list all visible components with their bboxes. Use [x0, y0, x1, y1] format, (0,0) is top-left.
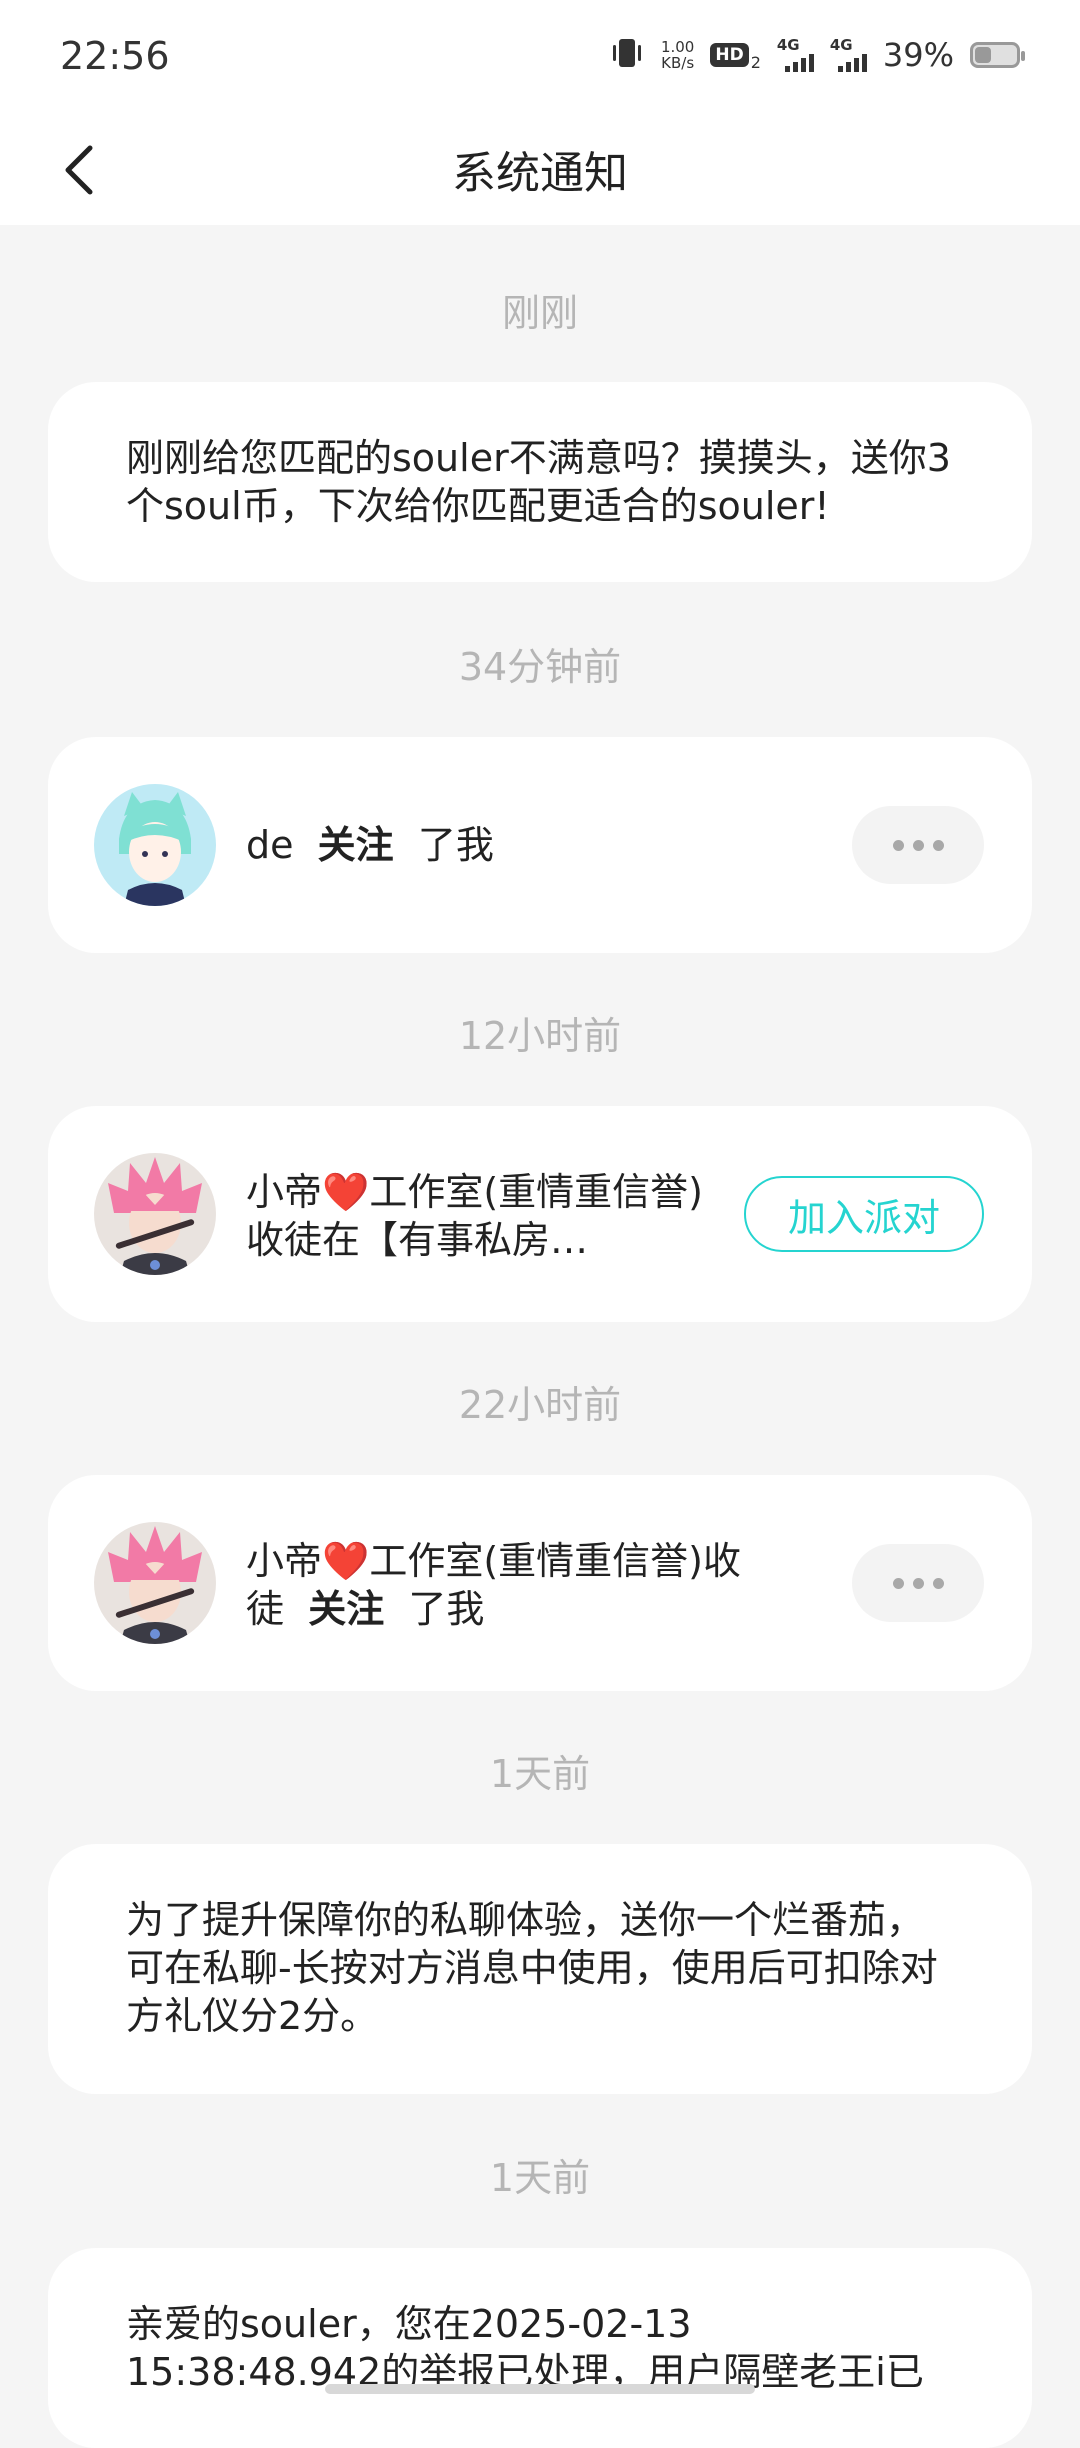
avatar[interactable]	[94, 784, 216, 906]
dot	[932, 1577, 944, 1589]
status-bar: 22:56 1.00 KB/s HD 2 4G 4G 39%	[0, 0, 1080, 115]
hd-label: HD	[710, 43, 749, 67]
heart-icon: ❤️	[322, 1539, 370, 1583]
notification-message: 小帝❤️工作室(重情重信誉)收徒在【有事私房…	[246, 1168, 706, 1264]
notification-text: 亲爱的souler，您在2025-02-13 15:38:48.942的举报已处…	[126, 2302, 924, 2394]
notification-message: 小帝❤️工作室(重情重信誉)收 徒 关注 了我	[246, 1537, 806, 1633]
dot	[892, 839, 904, 851]
message-line: 小帝❤️工作室(重情重信誉)收	[246, 1537, 806, 1585]
dot	[912, 839, 924, 851]
signal-sim1-icon: 4G	[776, 36, 814, 72]
status-time: 22:56	[60, 34, 170, 78]
network-speed-unit: KB/s	[661, 54, 695, 72]
hd-voice-icon: HD 2	[710, 39, 761, 72]
suffix-text: 了我	[417, 823, 494, 867]
action-text: 关注	[317, 823, 394, 867]
timestamp: 1天前	[489, 2156, 591, 2200]
notification-card[interactable]: 刚刚给您匹配的souler不满意吗？摸摸头，送你3个soul币，下次给你匹配更适…	[48, 382, 1032, 582]
join-party-button[interactable]: 加入派对	[744, 1176, 984, 1252]
notification-card[interactable]: 小帝❤️工作室(重情重信誉)收徒在【有事私房… 加入派对	[48, 1106, 1032, 1322]
notification-card[interactable]: 为了提升保障你的私聊体验，送你一个烂番茄，可在私聊-长按对方消息中使用，使用后可…	[48, 1844, 1032, 2094]
battery-percent: 39%	[882, 36, 954, 74]
home-indicator[interactable]	[325, 2384, 755, 2394]
signal-sim2-icon: 4G	[829, 36, 867, 72]
timestamp: 1天前	[489, 1752, 591, 1796]
notification-card[interactable]: de 关注 了我	[48, 737, 1032, 953]
page-title: 系统通知	[452, 148, 628, 199]
more-options-button[interactable]	[852, 806, 984, 884]
message-line: 徒 关注 了我	[246, 1585, 806, 1633]
avatar[interactable]	[94, 1522, 216, 1644]
user-name[interactable]: de	[246, 823, 294, 867]
avatar[interactable]	[94, 1153, 216, 1275]
suffix-text: 了我	[408, 1587, 485, 1631]
dot	[932, 839, 944, 851]
user-name[interactable]: 小帝	[246, 1170, 322, 1214]
user-name-end: 徒	[246, 1587, 285, 1631]
notification-card[interactable]: 小帝❤️工作室(重情重信誉)收 徒 关注 了我	[48, 1475, 1032, 1691]
sim1-label: 4G	[776, 36, 800, 54]
timestamp: 34分钟前	[458, 645, 622, 689]
sim2-label: 4G	[829, 36, 853, 54]
notification-text: 为了提升保障你的私聊体验，送你一个烂番茄，可在私聊-长按对方消息中使用，使用后可…	[126, 1898, 938, 2038]
more-options-button[interactable]	[852, 1544, 984, 1622]
header: 系统通知	[0, 115, 1080, 225]
heart-icon: ❤️	[322, 1170, 370, 1214]
hd-sub: 2	[750, 52, 761, 72]
dot	[912, 1577, 924, 1589]
battery-icon	[970, 42, 1025, 68]
notification-message: de 关注 了我	[246, 821, 494, 869]
vibrate-icon	[609, 36, 645, 74]
timestamp: 刚刚	[501, 291, 578, 335]
network-speed: 1.00 KB/s	[661, 39, 694, 71]
network-speed-value: 1.00	[660, 38, 695, 56]
dot	[892, 1577, 904, 1589]
status-icons: 1.00 KB/s HD 2 4G 4G 39%	[609, 30, 1025, 80]
action-text: 关注	[308, 1587, 385, 1631]
user-name[interactable]: 小帝	[246, 1539, 322, 1583]
timestamp: 12小时前	[458, 1014, 622, 1058]
user-name-rest: 工作室(重情重信誉)收	[369, 1539, 741, 1583]
notification-text: 刚刚给您匹配的souler不满意吗？摸摸头，送你3个soul币，下次给你匹配更适…	[126, 436, 951, 528]
notification-card[interactable]: 亲爱的souler，您在2025-02-13 15:38:48.942的举报已处…	[48, 2248, 1032, 2448]
timestamp: 22小时前	[458, 1383, 622, 1427]
